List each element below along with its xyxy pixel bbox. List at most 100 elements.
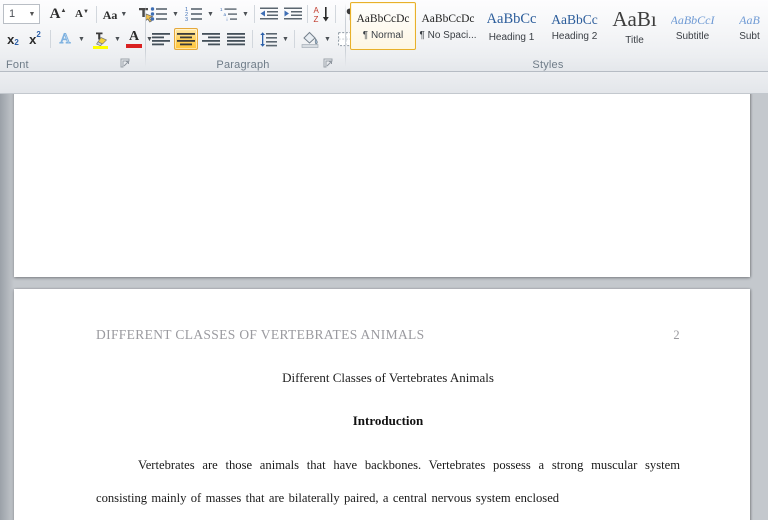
chevron-down-icon[interactable]: ▼ bbox=[25, 11, 39, 18]
text-effects-button[interactable]: A bbox=[54, 28, 76, 50]
chevron-down-icon[interactable]: ▼ bbox=[120, 11, 127, 18]
paragraph-dialog-launcher[interactable] bbox=[323, 58, 334, 69]
document-body-paragraph: Vertebrates are those animals that have … bbox=[96, 458, 680, 505]
chevron-down-icon: ▼ bbox=[282, 35, 289, 43]
justify-button[interactable] bbox=[224, 28, 248, 50]
style-preview: AaBbCcI bbox=[670, 12, 715, 27]
increase-indent-icon bbox=[284, 7, 302, 20]
text-effects-dropdown[interactable]: ▼ bbox=[76, 31, 87, 47]
font-color-button[interactable]: A bbox=[123, 27, 145, 51]
document-canvas[interactable]: DIFFERENT CLASSES OF VERTEBRATES ANIMALS… bbox=[0, 94, 768, 520]
text-effects-icon: A bbox=[59, 30, 71, 47]
ribbon-home-tab: 1 ▼ A ▲ A ▼ Aa ▼ x 2 x 2 A ▼ ▼ A ▼ Font … bbox=[0, 0, 768, 72]
shading-dropdown[interactable]: ▼ bbox=[322, 31, 333, 47]
ribbon-group-paragraph: ▼ 1 2 3 ▼ 1 a i ▼ A Z ▼ ▼ Paragraph bbox=[146, 0, 367, 72]
style-label: ¶ No Spaci... bbox=[419, 30, 477, 42]
document-header: DIFFERENT CLASSES OF VERTEBRATES ANIMALS… bbox=[96, 327, 680, 343]
ribbon-group-styles: AaBbCcDc ¶ Normal AaBbCcDc ¶ No Spaci... AaB… bbox=[346, 0, 768, 72]
chevron-down-icon: ▼ bbox=[172, 10, 179, 18]
style-heading-2[interactable]: AaBbCc Heading 2 bbox=[543, 2, 606, 50]
subscript-icon: x bbox=[7, 31, 15, 47]
change-case-icon: Aa bbox=[102, 7, 118, 22]
shading-button[interactable] bbox=[298, 28, 322, 50]
chevron-down-icon: ▼ bbox=[207, 10, 214, 18]
bullets-button[interactable] bbox=[148, 3, 170, 25]
document-page-2[interactable]: DIFFERENT CLASSES OF VERTEBRATES ANIMALS… bbox=[14, 289, 750, 520]
style-no-spacing[interactable]: AaBbCcDc ¶ No Spaci... bbox=[416, 2, 480, 50]
chevron-down-icon: ▼ bbox=[324, 35, 331, 43]
style-label: ¶ Normal bbox=[362, 30, 404, 42]
divider bbox=[96, 6, 97, 23]
paint-bucket-icon bbox=[301, 31, 318, 48]
highlighter-icon bbox=[92, 32, 108, 49]
divider bbox=[50, 30, 51, 48]
increase-indent-button[interactable] bbox=[282, 3, 305, 25]
font-dialog-launcher[interactable] bbox=[120, 58, 131, 69]
chevron-down-icon: ▼ bbox=[114, 35, 121, 43]
style-title[interactable]: AaBı Title bbox=[606, 2, 663, 50]
ribbon-group-font: 1 ▼ A ▲ A ▼ Aa ▼ x 2 x 2 A ▼ ▼ A ▼ Font bbox=[0, 0, 153, 72]
justify-icon bbox=[226, 32, 245, 45]
style-label: Subtitle bbox=[675, 30, 710, 42]
bullets-icon bbox=[150, 7, 167, 21]
multilevel-list-button[interactable]: 1 a i bbox=[218, 3, 240, 25]
down-arrow-icon: ▼ bbox=[83, 8, 89, 15]
numbering-button[interactable]: 1 2 3 bbox=[183, 3, 205, 25]
change-case-button[interactable]: Aa ▼ bbox=[100, 4, 130, 25]
subscript-button[interactable]: x2 bbox=[2, 28, 24, 50]
align-left-icon bbox=[151, 32, 170, 45]
superscript-icon: x bbox=[29, 31, 37, 47]
document-title: Different Classes of Vertebrates Animals bbox=[282, 370, 494, 385]
style-label: Heading 2 bbox=[551, 31, 598, 43]
style-heading-1[interactable]: AaBbCc Heading 1 bbox=[480, 2, 543, 50]
style-normal[interactable]: AaBbCcDc ¶ Normal bbox=[350, 2, 416, 50]
divider bbox=[252, 30, 253, 48]
font-color-swatch bbox=[126, 44, 142, 48]
style-preview: AaBbCcDc bbox=[356, 12, 410, 25]
multilevel-list-icon: 1 a i bbox=[220, 7, 237, 22]
document-heading-introduction: Introduction bbox=[352, 413, 424, 428]
superscript-button[interactable]: x2 bbox=[24, 28, 46, 50]
style-subtitle[interactable]: AaBbCcI Subtitle bbox=[663, 2, 722, 50]
decrease-indent-button[interactable] bbox=[258, 3, 281, 25]
style-preview: AaBbCc bbox=[551, 11, 598, 27]
style-preview: AaBı bbox=[612, 7, 657, 31]
style-label: Title bbox=[625, 35, 644, 46]
header-page-number: 2 bbox=[673, 328, 680, 342]
style-label: Heading 1 bbox=[488, 31, 535, 43]
divider bbox=[254, 5, 255, 23]
divider bbox=[307, 5, 308, 23]
line-spacing-button[interactable] bbox=[256, 28, 280, 50]
align-center-button[interactable] bbox=[174, 28, 198, 50]
align-left-button[interactable] bbox=[149, 28, 173, 50]
align-center-icon bbox=[176, 32, 195, 45]
chevron-down-icon: ▼ bbox=[242, 10, 249, 18]
multilevel-list-dropdown[interactable]: ▼ bbox=[240, 6, 251, 22]
shrink-font-icon: A bbox=[75, 8, 83, 20]
up-arrow-icon: ▲ bbox=[60, 7, 67, 14]
style-subtle-emphasis[interactable]: AaB Subt bbox=[722, 2, 768, 50]
grow-font-button[interactable]: A ▲ bbox=[46, 4, 70, 25]
group-label-paragraph: Paragraph bbox=[216, 59, 270, 71]
text-highlight-color-button[interactable] bbox=[88, 27, 112, 51]
document-page-1[interactable] bbox=[14, 94, 750, 277]
style-preview: AaBbCc bbox=[486, 11, 537, 28]
divider bbox=[335, 5, 336, 23]
style-label: Subt bbox=[739, 30, 760, 42]
numbering-icon: 1 2 3 bbox=[185, 7, 202, 22]
bullets-dropdown[interactable]: ▼ bbox=[170, 6, 181, 22]
numbering-dropdown[interactable]: ▼ bbox=[205, 6, 216, 22]
svg-text:A: A bbox=[314, 6, 320, 15]
font-color-icon: A bbox=[128, 29, 140, 44]
font-size-input[interactable]: 1 ▼ bbox=[3, 4, 40, 24]
sort-icon: A Z bbox=[314, 6, 329, 23]
shrink-font-button[interactable]: A ▼ bbox=[70, 4, 94, 25]
line-spacing-dropdown[interactable]: ▼ bbox=[280, 31, 291, 47]
style-preview: AaBbCcDc bbox=[421, 12, 475, 25]
align-right-button[interactable] bbox=[199, 28, 223, 50]
sort-button[interactable]: A Z bbox=[311, 3, 333, 25]
highlight-color-dropdown[interactable]: ▼ bbox=[112, 31, 123, 47]
svg-text:Z: Z bbox=[314, 15, 319, 23]
header-title-text: DIFFERENT CLASSES OF VERTEBRATES ANIMALS bbox=[96, 327, 425, 342]
word-document-window: 1 ▼ A ▲ A ▼ Aa ▼ x 2 x 2 A ▼ ▼ A ▼ Font … bbox=[0, 0, 768, 520]
